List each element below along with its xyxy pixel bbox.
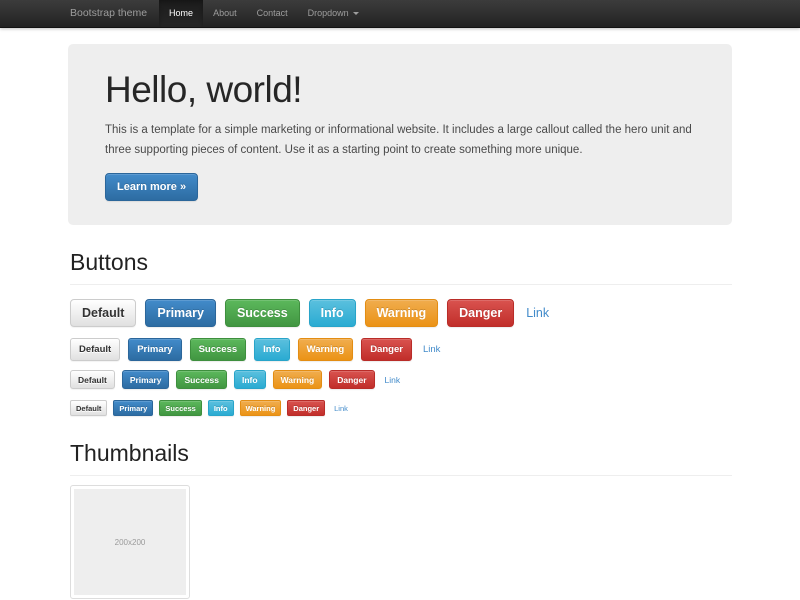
default-button-xs[interactable]: Default: [70, 400, 107, 416]
info-button-xs[interactable]: Info: [208, 400, 234, 416]
info-button-sm[interactable]: Info: [234, 370, 266, 389]
warning-button-lg[interactable]: Warning: [365, 299, 439, 327]
button-rows: DefaultPrimarySuccessInfoWarningDangerLi…: [70, 299, 732, 416]
hero-unit: Hello, world! This is a template for a s…: [68, 44, 732, 225]
default-button-sm[interactable]: Default: [70, 370, 115, 389]
buttons-section-title: Buttons: [70, 249, 732, 285]
info-button-md[interactable]: Info: [254, 338, 289, 361]
success-button-md[interactable]: Success: [190, 338, 247, 361]
nav-item-contact[interactable]: Contact: [247, 0, 298, 27]
nav-item-home[interactable]: Home: [159, 0, 203, 27]
page-content: Hello, world! This is a template for a s…: [0, 0, 800, 599]
placeholder-label: 200x200: [115, 538, 146, 547]
button-row-sm: Default Primary Success Info Warning Danger Li…: [70, 370, 732, 389]
hero-title: Hello, world!: [105, 69, 695, 111]
default-button-md[interactable]: Default: [70, 338, 120, 361]
primary-button-xs[interactable]: Primary: [113, 400, 153, 416]
thumbnails-section-title: Thumbnails: [70, 440, 732, 476]
main-container: Hello, world! This is a template for a s…: [68, 44, 732, 599]
primary-button-md[interactable]: Primary: [128, 338, 181, 361]
navbar-menu: HomeAboutContactDropdown: [159, 0, 369, 27]
success-button-xs[interactable]: Success: [159, 400, 201, 416]
success-button-lg[interactable]: Success: [225, 299, 300, 327]
navbar: Bootstrap theme HomeAboutContactDropdown: [0, 0, 800, 28]
link-button-lg[interactable]: Link: [526, 306, 549, 320]
placeholder-image: 200x200: [74, 489, 186, 595]
navbar-container: Bootstrap theme HomeAboutContactDropdown: [68, 0, 732, 27]
thumbnail-item[interactable]: 200x200: [70, 485, 190, 599]
warning-button-sm[interactable]: Warning: [273, 370, 323, 389]
danger-button-sm[interactable]: Danger: [329, 370, 374, 389]
nav-item-dropdown[interactable]: Dropdown: [298, 0, 369, 27]
button-row-lg: Default Primary Success Info Warning Danger Li…: [70, 299, 732, 327]
link-button-xs[interactable]: Link: [334, 404, 348, 413]
primary-button-sm[interactable]: Primary: [122, 370, 170, 389]
info-button-lg[interactable]: Info: [309, 299, 356, 327]
button-row-md: Default Primary Success Info Warning Danger Li…: [70, 338, 732, 361]
danger-button-md[interactable]: Danger: [361, 338, 412, 361]
button-row-xs: Default Primary Success Info Warning Danger Li…: [70, 400, 732, 416]
warning-button-xs[interactable]: Warning: [240, 400, 282, 416]
default-button-lg[interactable]: Default: [70, 299, 136, 327]
nav-item-about[interactable]: About: [203, 0, 247, 27]
hero-description: This is a template for a simple marketin…: [105, 121, 695, 160]
danger-button-lg[interactable]: Danger: [447, 299, 514, 327]
success-button-sm[interactable]: Success: [176, 370, 227, 389]
caret-down-icon: [353, 12, 359, 15]
link-button-md[interactable]: Link: [423, 344, 440, 355]
learn-more-button[interactable]: Learn more »: [105, 173, 198, 201]
link-button-sm[interactable]: Link: [385, 375, 401, 385]
navbar-brand[interactable]: Bootstrap theme: [68, 0, 149, 27]
warning-button-md[interactable]: Warning: [298, 338, 354, 361]
primary-button-lg[interactable]: Primary: [145, 299, 216, 327]
danger-button-xs[interactable]: Danger: [287, 400, 325, 416]
